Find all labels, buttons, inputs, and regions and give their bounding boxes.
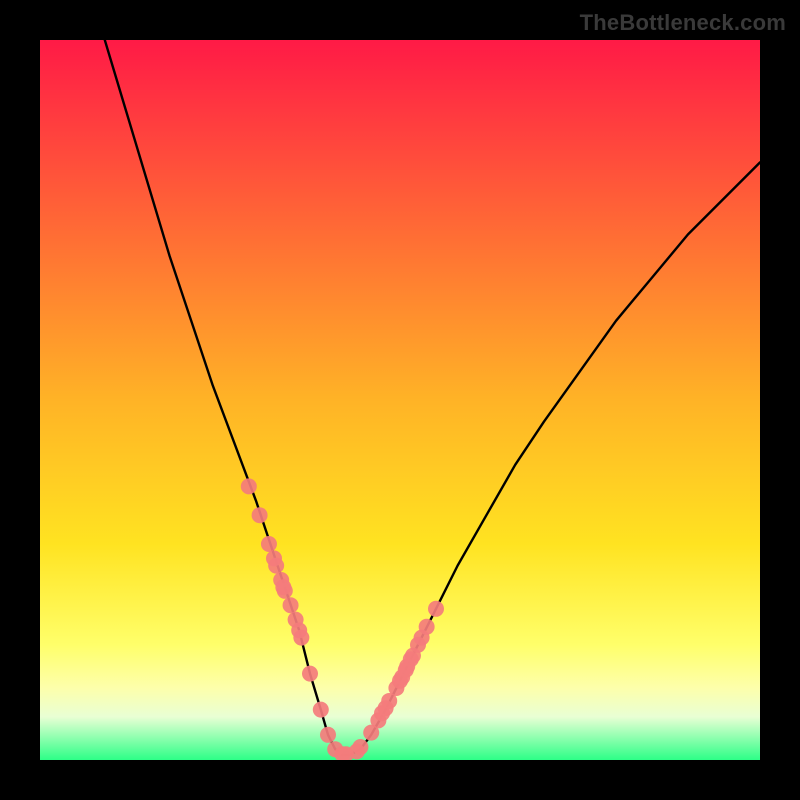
point-highlighted-points xyxy=(283,597,299,613)
point-highlighted-points xyxy=(320,727,336,743)
point-highlighted-points xyxy=(313,702,329,718)
point-highlighted-points xyxy=(268,558,284,574)
point-highlighted-points xyxy=(277,583,293,599)
plot-area xyxy=(40,40,760,760)
chart-svg xyxy=(40,40,760,760)
point-highlighted-points xyxy=(261,536,277,552)
point-highlighted-points xyxy=(252,507,268,523)
point-highlighted-points xyxy=(241,478,257,494)
point-highlighted-points xyxy=(293,630,309,646)
watermark-text: TheBottleneck.com xyxy=(580,10,786,36)
chart-background xyxy=(40,40,760,760)
point-highlighted-points xyxy=(302,666,318,682)
point-highlighted-points xyxy=(428,601,444,617)
point-highlighted-points xyxy=(419,619,435,635)
point-highlighted-points xyxy=(352,739,368,755)
chart-frame: TheBottleneck.com xyxy=(0,0,800,800)
